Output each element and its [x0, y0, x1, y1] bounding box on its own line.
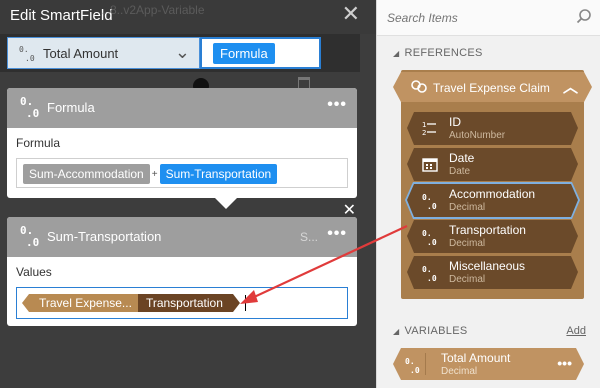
- field-item-transportation[interactable]: 0. .0 Transportation Decimal: [407, 220, 578, 253]
- sum-card-header: 0. .0 Sum-Transportation S... •••: [7, 217, 357, 257]
- decimal-icon: 0. .0: [422, 228, 438, 251]
- decimal-icon: 0. .0: [422, 192, 438, 215]
- decimal-icon: 0. .0: [19, 95, 41, 124]
- svg-text:.0: .0: [26, 236, 39, 248]
- calendar-icon: [422, 156, 438, 177]
- autonumber-icon: 12: [422, 120, 438, 141]
- card-pointer: [215, 198, 237, 209]
- values-label: Values: [16, 265, 52, 279]
- svg-text:0.: 0.: [405, 357, 415, 366]
- search-bar: [377, 0, 600, 36]
- variable-item-total-amount[interactable]: 0. .0 Total Amount Decimal •••: [393, 348, 584, 380]
- values-input[interactable]: Travel Expense... Transportation: [16, 287, 348, 319]
- svg-text:.0: .0: [410, 366, 420, 374]
- decimal-icon: 0. .0: [405, 356, 421, 379]
- svg-text:.0: .0: [25, 54, 35, 62]
- field-item-id[interactable]: 12 ID AutoNumber: [407, 112, 578, 145]
- entity-group: Travel Expense Claim ︿ 12 ID AutoNumber …: [393, 70, 592, 299]
- svg-text:1: 1: [422, 121, 426, 129]
- formula-card-header: 0. .0 Formula •••: [7, 88, 357, 128]
- formula-mode-chip[interactable]: Formula: [213, 43, 275, 64]
- token-field: Transportation: [137, 294, 233, 312]
- svg-text:0.: 0.: [19, 45, 29, 54]
- references-heading[interactable]: ◢ REFERENCES: [393, 47, 483, 59]
- svg-text:2: 2: [422, 129, 426, 136]
- field-type-label: Total Amount: [43, 46, 119, 61]
- items-panel: ◢REFERENCES Travel Expense Claim ︿ 12 ID…: [376, 0, 600, 388]
- dialog-titlebar: Edit SmartField ...8..v2App-Variable ✕: [0, 0, 376, 34]
- svg-text:.0: .0: [427, 202, 437, 210]
- svg-text:0.: 0.: [422, 193, 432, 202]
- field-type-select[interactable]: 0. .0 Total Amount ⌄: [7, 37, 200, 69]
- svg-text:0.: 0.: [422, 265, 432, 274]
- dialog-title: Edit SmartField: [10, 7, 113, 24]
- text-caret: [244, 295, 246, 311]
- field-item-accommodation[interactable]: 0. .0 Accommodation Decimal: [405, 182, 580, 219]
- more-options-icon[interactable]: •••: [327, 225, 347, 243]
- mode-field[interactable]: Formula: [200, 37, 321, 69]
- sum-card-title: Sum-Transportation: [47, 229, 162, 244]
- close-dialog-button[interactable]: ✕: [342, 3, 360, 25]
- decimal-icon: 0. .0: [18, 44, 36, 67]
- field-item-date[interactable]: Date Date: [407, 148, 578, 181]
- sum-transportation-card: 0. .0 Sum-Transportation S... ••• Values …: [7, 217, 357, 326]
- collapse-triangle-icon: ◢: [393, 49, 400, 58]
- variables-heading[interactable]: ◢ VARIABLES: [393, 325, 467, 337]
- svg-text:0.: 0.: [422, 229, 432, 238]
- decimal-icon: 0. .0: [19, 224, 41, 253]
- formula-token-sum-accommodation[interactable]: Sum-Accommodation: [23, 164, 150, 184]
- more-options-icon[interactable]: •••: [327, 96, 347, 114]
- entity-header[interactable]: Travel Expense Claim ︿: [393, 72, 592, 102]
- formula-card-title: Formula: [47, 100, 95, 115]
- entity-icon: [411, 80, 427, 99]
- token-entity: Travel Expense...: [29, 294, 138, 312]
- chevron-down-icon: ⌄: [174, 42, 190, 62]
- chevron-up-icon[interactable]: ︿: [563, 76, 578, 97]
- collapse-triangle-icon: ◢: [393, 327, 400, 336]
- smartfield-editor: Edit SmartField ...8..v2App-Variable ✕ 0…: [0, 0, 376, 388]
- add-variable-link[interactable]: Add: [566, 325, 586, 337]
- search-input[interactable]: [387, 8, 562, 28]
- formula-card: 0. .0 Formula ••• Formula Sum-Accommodati…: [7, 88, 357, 209]
- svg-text:.0: .0: [26, 107, 39, 119]
- formula-token-sum-transportation[interactable]: Sum-Transportation: [159, 164, 278, 184]
- formula-operator: +: [151, 168, 158, 180]
- search-icon[interactable]: [576, 8, 592, 29]
- background-title: ...8..v2App-Variable: [100, 3, 205, 17]
- svg-text:.0: .0: [427, 274, 437, 282]
- svg-text:.0: .0: [427, 238, 437, 246]
- decimal-icon: 0. .0: [422, 264, 438, 287]
- entity-name: Travel Expense Claim: [433, 81, 550, 95]
- reference-token[interactable]: Travel Expense... Transportation: [22, 294, 240, 312]
- more-options-icon[interactable]: •••: [557, 355, 572, 371]
- formula-input[interactable]: Sum-Accommodation + Sum-Transportation: [16, 158, 348, 188]
- field-item-miscellaneous[interactable]: 0. .0 Miscellaneous Decimal: [407, 256, 578, 289]
- sum-card-hint: S...: [299, 230, 318, 244]
- formula-label: Formula: [16, 136, 61, 150]
